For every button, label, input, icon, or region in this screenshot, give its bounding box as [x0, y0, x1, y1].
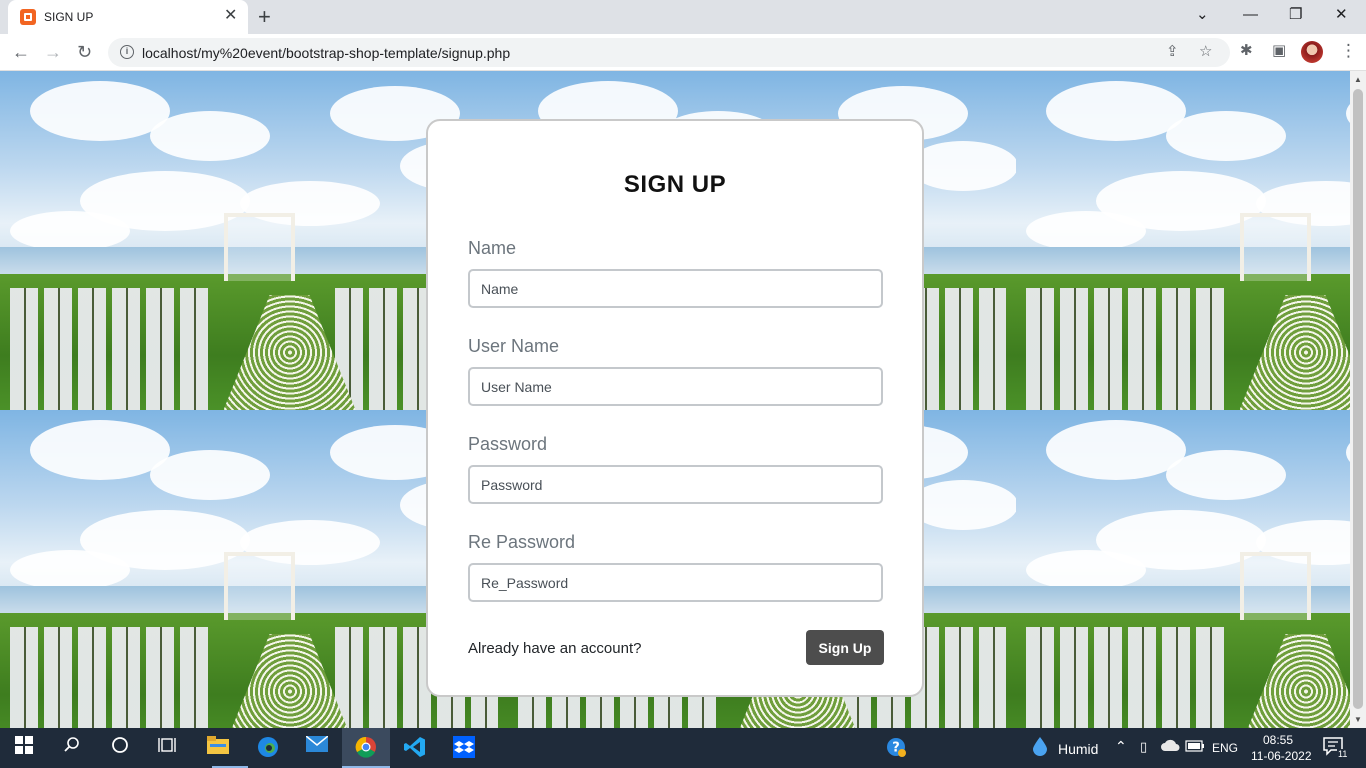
password-input[interactable]	[468, 465, 883, 504]
site-info-icon[interactable]: i	[120, 45, 134, 59]
username-label: User Name	[468, 336, 560, 356]
weather-text[interactable]: Humid	[1058, 741, 1098, 757]
minimize-button[interactable]: —	[1243, 4, 1258, 26]
url-text[interactable]: localhost/my%20event/bootstrap-shop-temp…	[142, 45, 510, 61]
page-scrollbar[interactable]: ▲ ▼	[1350, 71, 1366, 728]
edge-browser-icon[interactable]	[256, 736, 280, 760]
back-button[interactable]: ←	[12, 40, 30, 64]
scroll-thumb[interactable]	[1353, 89, 1363, 709]
name-label: Name	[468, 238, 517, 258]
already-have-account-text: Already have an account?	[468, 640, 642, 657]
device-icon[interactable]: ▯	[1140, 739, 1147, 755]
signup-title: SIGN UP	[623, 171, 727, 198]
dropbox-icon[interactable]	[452, 736, 476, 760]
repassword-input[interactable]	[468, 563, 883, 602]
onedrive-cloud-icon[interactable]	[1158, 736, 1182, 760]
password-label: Password	[468, 434, 548, 454]
notification-count-badge: 11	[1337, 749, 1349, 759]
new-tab-button[interactable]: +	[258, 4, 271, 30]
signup-card: SIGN UP Name User Name Password Re Passw…	[426, 119, 924, 697]
task-view-icon[interactable]	[156, 736, 180, 760]
page-viewport: SIGN UP Name User Name Password Re Passw…	[0, 71, 1350, 728]
windows-taskbar: ? Humid ⌃ ▯ ENG 08:55 11-06-2022 11	[0, 728, 1366, 768]
repassword-label: Re Password	[468, 532, 576, 552]
language-indicator[interactable]: ENG	[1212, 741, 1238, 755]
profile-avatar[interactable]	[1301, 41, 1323, 63]
clock-date[interactable]: 11-06-2022	[1251, 749, 1312, 763]
tab-close-icon[interactable]: ✕	[224, 7, 237, 25]
background-photo-tile	[1016, 71, 1350, 410]
extensions-puzzle-icon[interactable]: ✱	[1240, 42, 1253, 60]
vscode-icon[interactable]	[403, 736, 427, 760]
scroll-down-arrow-icon[interactable]: ▼	[1354, 715, 1362, 724]
name-input[interactable]	[468, 269, 883, 308]
scroll-up-arrow-icon[interactable]: ▲	[1354, 75, 1362, 84]
reload-button[interactable]: ↻	[77, 40, 92, 64]
clock-time[interactable]: 08:55	[1263, 733, 1293, 747]
xampp-favicon-icon	[20, 9, 36, 25]
cortana-icon[interactable]	[108, 736, 132, 760]
background-photo-tile	[1016, 410, 1350, 728]
chrome-icon[interactable]	[354, 736, 378, 760]
windows-start-icon[interactable]	[12, 736, 36, 760]
show-hidden-icons-chevron-icon[interactable]: ⌃	[1115, 738, 1127, 755]
help-tray-icon[interactable]: ?	[884, 736, 908, 760]
browser-tab[interactable]: SIGN UP ✕	[8, 0, 248, 34]
forward-button[interactable]: →	[44, 40, 62, 64]
chrome-menu-icon[interactable]: ⋮	[1340, 42, 1357, 60]
tab-search-dropdown-icon[interactable]: ⌄	[1196, 4, 1209, 26]
username-input[interactable]	[468, 367, 883, 406]
address-bar[interactable]: i localhost/my%20event/bootstrap-shop-te…	[108, 38, 1230, 67]
side-panel-icon[interactable]: ▣	[1272, 42, 1286, 60]
battery-icon[interactable]	[1183, 736, 1207, 760]
tab-title: SIGN UP	[44, 10, 94, 24]
file-explorer-icon[interactable]	[206, 736, 230, 760]
close-window-button[interactable]: ✕	[1335, 4, 1348, 26]
search-icon[interactable]	[60, 736, 84, 760]
restore-button[interactable]: ❐	[1289, 4, 1302, 26]
sign-up-button[interactable]: Sign Up	[806, 630, 884, 665]
weather-drop-icon[interactable]	[1028, 736, 1052, 760]
bookmark-star-icon[interactable]: ☆	[1199, 43, 1212, 61]
share-icon[interactable]: ⇪	[1166, 43, 1179, 61]
mail-icon[interactable]	[305, 735, 329, 760]
browser-tab-strip: SIGN UP ✕ + ⌄ — ❐ ✕	[0, 0, 1366, 34]
browser-toolbar: ← → ↻ i localhost/my%20event/bootstrap-s…	[0, 34, 1366, 71]
